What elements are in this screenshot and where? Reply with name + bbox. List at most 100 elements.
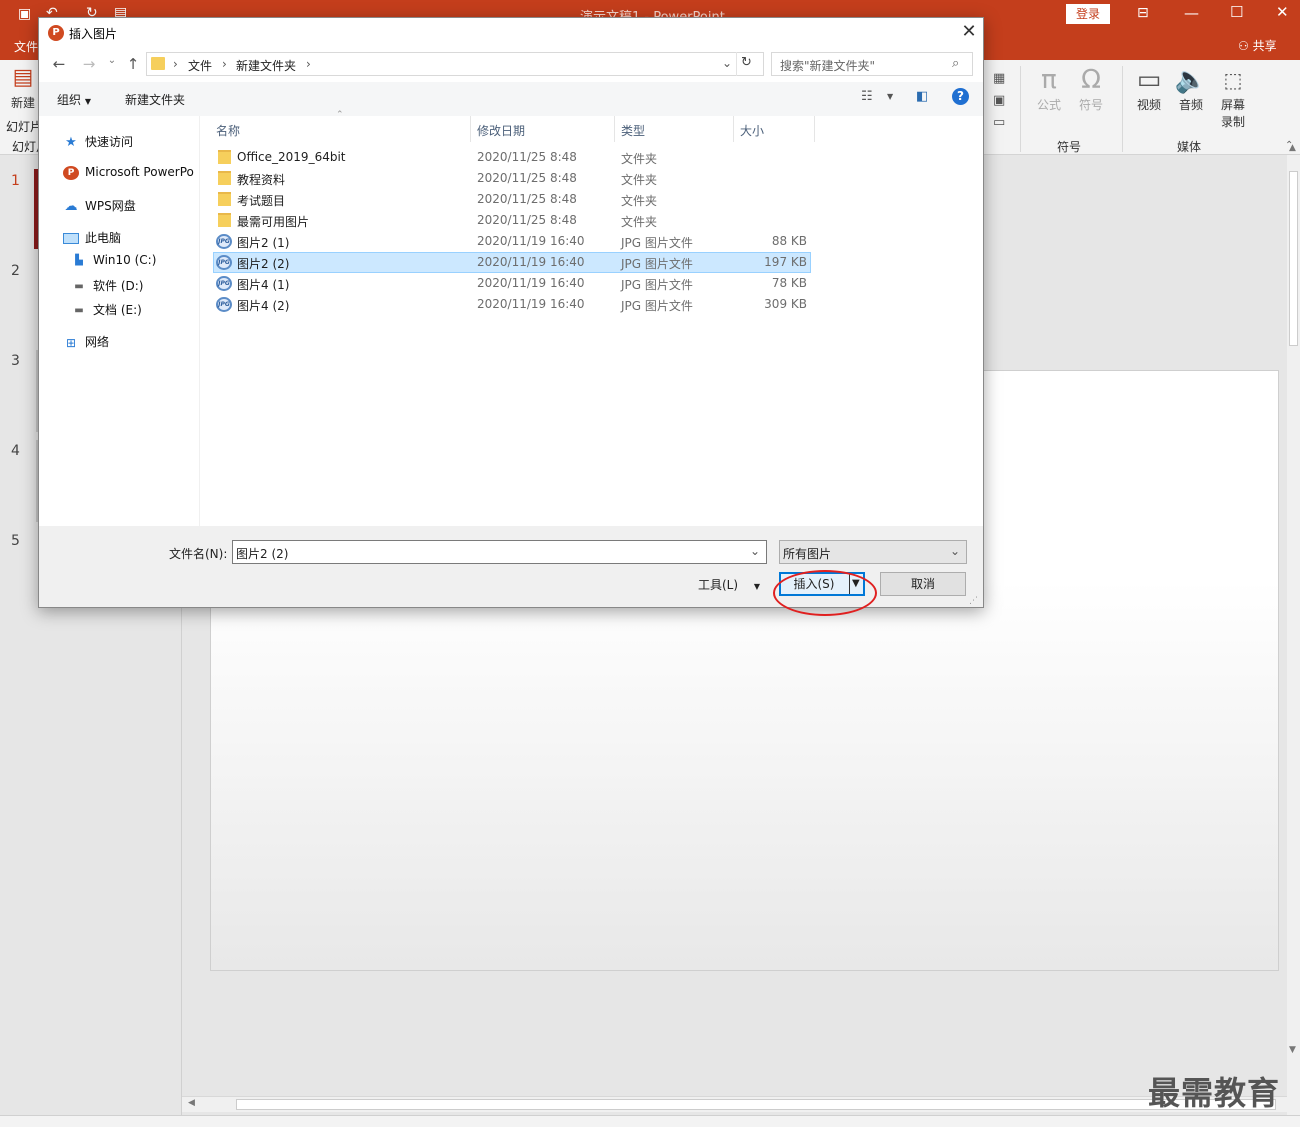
column-divider[interactable] <box>733 116 734 142</box>
drive-icon: ▬ <box>74 280 84 292</box>
dialog-close-icon[interactable]: ✕ <box>957 21 981 42</box>
file-row[interactable]: 考试题目 2020/11/25 8:48 文件夹 <box>213 189 811 210</box>
login-button[interactable]: 登录 <box>1066 4 1110 24</box>
filter-dropdown-icon[interactable]: ⌄ <box>950 544 960 558</box>
dropdown-arrow-icon: ▼ <box>84 97 91 106</box>
tools-label: 工具(L) <box>698 578 739 592</box>
resize-grip-icon[interactable]: ⋰ <box>969 596 981 606</box>
jpg-file-icon: JPG <box>216 297 232 312</box>
new-folder-button[interactable]: 新建文件夹 <box>125 91 185 108</box>
up-arrow-icon[interactable]: ↑ <box>123 55 143 73</box>
search-icon[interactable]: ⌕ <box>952 56 959 71</box>
share-button[interactable]: ⚇ 共享 <box>1238 37 1277 54</box>
scroll-up-icon[interactable]: ▲ <box>1289 143 1296 153</box>
audio-label: 音频 <box>1178 98 1203 112</box>
column-header-type[interactable]: 类型 <box>621 122 645 139</box>
file-type-filter[interactable]: 所有图片 ⌄ <box>779 540 967 564</box>
dialog-title-bar[interactable]: P 插入图片 ✕ <box>39 18 983 48</box>
filename-input[interactable]: 图片2 (2) ⌄ <box>232 540 767 564</box>
nav-network[interactable]: ⊞ 网络 <box>63 333 109 357</box>
maximize-icon[interactable]: ☐ <box>1230 3 1243 21</box>
column-divider[interactable] <box>614 116 615 142</box>
recent-locations-icon[interactable]: ⌄ <box>102 55 122 66</box>
view-dropdown-icon[interactable]: ▼ <box>887 92 893 101</box>
status-bar <box>0 1115 1300 1127</box>
file-row[interactable]: JPG 图片4 (1) 2020/11/19 16:40 JPG 图片文件 78… <box>213 273 811 294</box>
file-row[interactable]: 教程资料 2020/11/25 8:48 文件夹 <box>213 168 811 189</box>
file-date: 2020/11/19 16:40 <box>477 234 585 248</box>
column-divider[interactable] <box>470 116 471 142</box>
column-divider[interactable] <box>814 116 815 142</box>
formula-button[interactable]: π 公式 <box>1030 64 1068 113</box>
breadcrumb-files[interactable]: 文件 <box>188 57 212 74</box>
new-slide-label-2: 幻灯片 <box>6 120 43 134</box>
vertical-scroll-thumb[interactable] <box>1289 171 1298 346</box>
star-icon: ★ <box>65 134 77 150</box>
forward-arrow-icon[interactable]: → <box>79 55 99 73</box>
nav-this-pc[interactable]: 此电脑 <box>63 229 121 253</box>
save-icon[interactable]: ▣ <box>18 6 31 22</box>
organize-button[interactable]: 组织 ▼ <box>57 91 91 108</box>
breadcrumb-new-folder[interactable]: 新建文件夹 <box>236 57 296 74</box>
cancel-button[interactable]: 取消 <box>880 572 966 596</box>
back-arrow-icon[interactable]: ← <box>49 55 69 73</box>
video-button[interactable]: ▭ 视频 <box>1130 64 1168 113</box>
navigation-pane: ★ 快速访问 P Microsoft PowerPo ☁ WPS网盘 此电脑 ▙ Win… <box>39 116 200 526</box>
slide-number: 2 <box>11 263 20 279</box>
nav-drive-d[interactable]: ▬ 软件 (D:) <box>71 277 143 301</box>
tools-button[interactable]: 工具(L) ▼ <box>698 576 760 593</box>
audio-button[interactable]: 🔈 音频 <box>1172 64 1210 113</box>
powerpoint-logo-icon: P <box>48 25 64 41</box>
file-type: 文件夹 <box>621 173 658 187</box>
change-view-icon[interactable]: ☷ <box>861 89 873 104</box>
file-size: 88 KB <box>771 234 807 248</box>
help-icon[interactable]: ? <box>952 88 969 105</box>
screen-recording-button[interactable]: ⬚ 屏幕 录制 <box>1214 64 1252 130</box>
column-header-date[interactable]: 修改日期 <box>477 122 525 139</box>
nav-quick-access[interactable]: ★ 快速访问 <box>63 133 133 157</box>
tab-file[interactable]: 文件 <box>14 38 38 55</box>
file-row[interactable]: JPG 图片2 (1) 2020/11/19 16:40 JPG 图片文件 88… <box>213 231 811 252</box>
file-list: ⌃ 名称 修改日期 类型 大小 Office_2019_64bit 2020/1… <box>200 110 983 526</box>
file-row[interactable]: JPG 图片4 (2) 2020/11/19 16:40 JPG 图片文件 30… <box>213 294 811 315</box>
file-date: 2020/11/19 16:40 <box>477 276 585 290</box>
minimize-icon[interactable]: — <box>1184 4 1199 22</box>
new-slide-button[interactable]: ▤ 新建 <box>6 62 40 111</box>
address-dropdown-icon[interactable]: ⌄ <box>722 56 732 70</box>
scroll-left-icon[interactable]: ◀ <box>188 1098 195 1108</box>
scroll-down-icon[interactable]: ▼ <box>1289 1045 1296 1055</box>
horizontal-scroll-thumb[interactable] <box>236 1099 1276 1110</box>
folder-icon <box>218 213 231 227</box>
screen-rec-label-2: 录制 <box>1220 115 1245 129</box>
vertical-scrollbar[interactable]: ▲ ▼ <box>1287 143 1300 1115</box>
file-name: 最需可用图片 <box>237 215 310 229</box>
drive-icon: ▬ <box>74 304 84 316</box>
jpg-file-icon: JPG <box>216 255 232 270</box>
ribbon-display-options-icon[interactable]: ⊟ <box>1137 5 1149 21</box>
nav-powerpoint-label: Microsoft PowerPo <box>85 165 194 179</box>
preview-pane-icon[interactable]: ◧ <box>916 89 928 104</box>
file-row-selected[interactable]: JPG 图片2 (2) 2020/11/19 16:40 JPG 图片文件 19… <box>213 252 811 273</box>
column-header-size[interactable]: 大小 <box>740 122 764 139</box>
jpg-file-icon: JPG <box>216 276 232 291</box>
filename-dropdown-icon[interactable]: ⌄ <box>750 544 760 558</box>
refresh-icon[interactable]: ↻ <box>736 52 756 76</box>
address-bar[interactable]: › 文件 › 新建文件夹 › ⌄ <box>146 52 764 76</box>
nav-drive-e[interactable]: ▬ 文档 (E:) <box>71 301 142 325</box>
column-header-name[interactable]: 名称 <box>216 122 240 139</box>
windows-drive-icon: ▙ <box>75 254 83 266</box>
search-box[interactable]: 搜索"新建文件夹" ⌕ <box>771 52 973 76</box>
small-insert-icons[interactable]: ▦ ▣ ▭ <box>993 68 1005 134</box>
file-row[interactable]: Office_2019_64bit 2020/11/25 8:48 文件夹 <box>213 147 811 168</box>
new-slide-label-1: 新建 <box>10 96 35 110</box>
file-row[interactable]: 最需可用图片 2020/11/25 8:48 文件夹 <box>213 210 811 231</box>
screen-record-icon: ⬚ <box>1223 68 1243 92</box>
nav-drive-c[interactable]: ▙ Win10 (C:) <box>71 253 156 277</box>
nav-wps-cloud[interactable]: ☁ WPS网盘 <box>63 197 136 221</box>
close-window-icon[interactable]: ✕ <box>1276 3 1289 21</box>
speaker-icon: 🔈 <box>1174 65 1208 95</box>
nav-drive-e-label: 文档 (E:) <box>93 303 142 317</box>
horizontal-scrollbar[interactable]: ◀ <box>182 1096 1287 1112</box>
nav-powerpoint[interactable]: P Microsoft PowerPo <box>63 165 194 189</box>
symbol-button[interactable]: Ω 符号 <box>1072 64 1110 113</box>
